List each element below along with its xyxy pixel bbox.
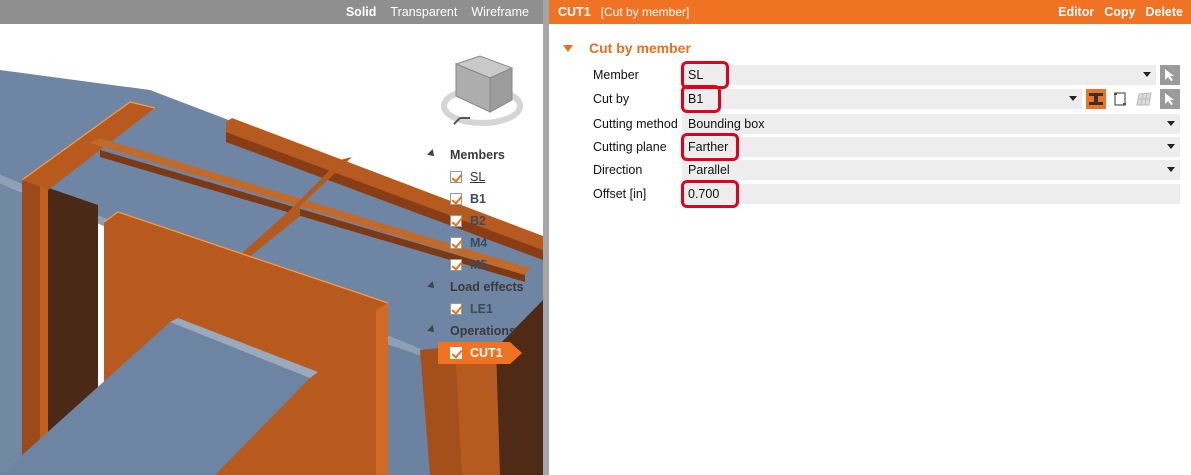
properties-panel: CUT1 [Cut by member] Editor Copy Delete … <box>549 0 1191 475</box>
chevron-down-icon <box>1167 167 1175 172</box>
collapse-icon[interactable] <box>428 283 436 291</box>
direction-value: Parallel <box>688 163 730 177</box>
chevron-down-icon <box>1069 96 1077 101</box>
tree-group-label: Operations <box>450 324 516 338</box>
row-cut-by: Cut by <box>593 89 681 109</box>
offset-label: Offset [in] <box>593 187 647 201</box>
row-offset: Offset [in] <box>593 184 681 204</box>
checkbox-icon[interactable] <box>450 215 462 227</box>
section-cut-by-member[interactable]: Cut by member <box>563 40 691 56</box>
view-cube[interactable] <box>441 55 523 126</box>
tree-item-label: M5 <box>470 258 488 272</box>
cut-by-value: B1 <box>688 92 704 106</box>
tree-item-label: SL <box>470 170 486 184</box>
cutting-method-value: Bounding box <box>688 117 765 131</box>
pick-member-button[interactable] <box>1160 65 1180 85</box>
direction-select[interactable]: Parallel <box>682 160 1180 180</box>
tree-item-le1[interactable]: LE1 <box>424 298 543 320</box>
pick-cut-by-button[interactable] <box>1160 89 1180 109</box>
tree-group-members[interactable]: Members <box>424 144 543 166</box>
cutting-method-label: Cutting method <box>593 117 678 131</box>
tree-group-label: Load effects <box>450 280 524 294</box>
checkbox-icon[interactable] <box>450 193 462 205</box>
grid-icon <box>1136 92 1152 106</box>
3d-viewport[interactable]: Solid Transparent Wireframe Members SL B… <box>0 0 543 475</box>
operation-type: [Cut by member] <box>600 5 690 19</box>
view-mode-toolbar: Solid Transparent Wireframe <box>0 0 543 24</box>
cursor-icon <box>1165 93 1174 105</box>
cutting-plane-label: Cutting plane <box>593 140 667 154</box>
tree-group-label: Members <box>450 148 505 162</box>
member-value: SL <box>688 68 704 82</box>
collapse-icon[interactable] <box>428 327 436 335</box>
collapse-icon[interactable] <box>428 151 436 159</box>
offset-value: 0.700 <box>688 187 720 201</box>
tree-group-operations[interactable]: Operations <box>424 320 543 342</box>
cutting-plane-select[interactable]: Farther <box>682 137 1180 157</box>
cut-by-label: Cut by <box>593 92 630 106</box>
checkbox-icon[interactable] <box>450 259 462 271</box>
wireframe-view-button[interactable]: Wireframe <box>471 5 529 19</box>
tree-item-cut1[interactable]: CUT1 <box>438 342 522 364</box>
web-plate-edge <box>376 303 388 475</box>
collapse-icon[interactable] <box>563 44 573 52</box>
checkbox-icon[interactable] <box>450 237 462 249</box>
tree-group-load-effects[interactable]: Load effects <box>424 276 543 298</box>
chevron-down-icon <box>1167 121 1175 126</box>
cutting-method-select[interactable]: Bounding box <box>682 114 1180 134</box>
end-plate-right[interactable] <box>455 346 500 475</box>
tree-item-b2[interactable]: B2 <box>424 210 543 232</box>
tree-item-label: B2 <box>470 214 486 228</box>
beam-section-icon <box>1089 93 1103 105</box>
tree-item-m5[interactable]: M5 <box>424 254 543 276</box>
checkbox-icon[interactable] <box>450 347 462 359</box>
panel-header: CUT1 [Cut by member] Editor Copy Delete <box>549 0 1191 24</box>
checkbox-icon[interactable] <box>450 303 462 315</box>
cut-by-select[interactable]: B1 <box>682 89 1082 109</box>
chevron-down-icon <box>1143 72 1151 77</box>
cursor-icon <box>1165 69 1174 81</box>
frame-icon <box>1114 92 1126 106</box>
member-select[interactable]: SL <box>682 65 1156 85</box>
tree-item-label: M4 <box>470 236 488 250</box>
tree-item-label: CUT1 <box>470 346 503 360</box>
solid-view-button[interactable]: Solid <box>346 5 377 19</box>
operation-title: CUT1 <box>558 5 591 19</box>
member-label: Member <box>593 68 639 82</box>
cut-mode-beam-button[interactable] <box>1086 89 1106 109</box>
transparent-view-button[interactable]: Transparent <box>390 5 457 19</box>
column-left-edge <box>40 185 48 475</box>
row-cutting-plane: Cutting plane <box>593 137 681 157</box>
cut-mode-frame-button[interactable] <box>1110 89 1130 109</box>
cut-mode-grid-button[interactable] <box>1134 89 1154 109</box>
tree-item-m4[interactable]: M4 <box>424 232 543 254</box>
chevron-down-icon <box>1167 144 1175 149</box>
model-tree: Members SL B1 B2 M4 M5 Load effects LE1 <box>424 144 543 364</box>
column-left-face <box>22 180 40 475</box>
row-member: Member <box>593 65 681 85</box>
delete-button[interactable]: Delete <box>1145 5 1183 19</box>
row-cutting-method: Cutting method <box>593 114 681 134</box>
tree-item-b1[interactable]: B1 <box>424 188 543 210</box>
tree-item-sl[interactable]: SL <box>424 166 543 188</box>
tree-item-label: B1 <box>470 192 486 206</box>
row-direction: Direction <box>593 160 681 180</box>
direction-label: Direction <box>593 163 643 177</box>
copy-button[interactable]: Copy <box>1104 5 1135 19</box>
tree-item-label: LE1 <box>470 302 493 316</box>
header-actions: Editor Copy Delete <box>1058 5 1191 19</box>
cutting-plane-value: Farther <box>688 140 729 154</box>
checkbox-icon[interactable] <box>450 171 462 183</box>
offset-input[interactable]: 0.700 <box>682 184 1180 204</box>
editor-button[interactable]: Editor <box>1058 5 1094 19</box>
section-title: Cut by member <box>589 40 691 56</box>
